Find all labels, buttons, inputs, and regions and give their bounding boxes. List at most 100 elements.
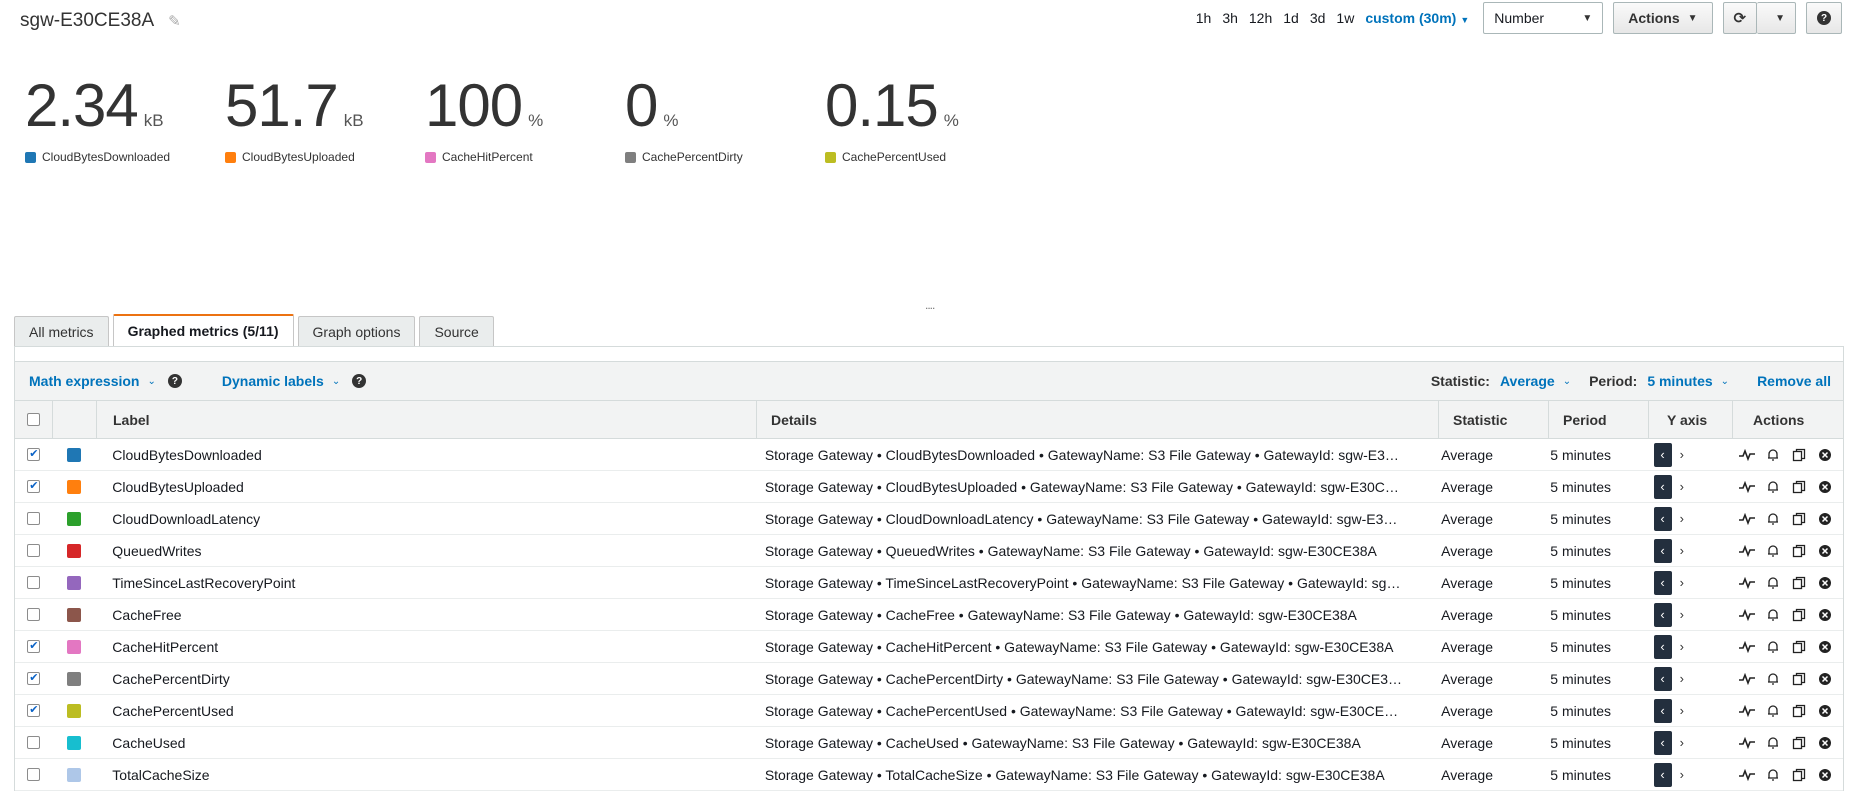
row-statistic[interactable]: Average xyxy=(1427,703,1536,719)
yaxis-left-icon[interactable]: ‹ xyxy=(1653,762,1672,787)
duplicate-icon[interactable] xyxy=(1791,480,1807,494)
create-alarm-icon[interactable] xyxy=(1765,448,1781,462)
duplicate-icon[interactable] xyxy=(1791,704,1807,718)
graph-type-icon[interactable] xyxy=(1739,480,1755,493)
graph-type-icon[interactable] xyxy=(1739,448,1755,461)
row-checkbox[interactable] xyxy=(27,736,41,749)
duplicate-icon[interactable] xyxy=(1791,768,1807,782)
create-alarm-icon[interactable] xyxy=(1765,544,1781,558)
duplicate-icon[interactable] xyxy=(1791,512,1807,526)
duplicate-icon[interactable] xyxy=(1791,576,1807,590)
edit-pencil-icon[interactable]: ✎ xyxy=(168,12,181,30)
range-12h[interactable]: 12h xyxy=(1249,10,1272,26)
duplicate-icon[interactable] xyxy=(1791,544,1807,558)
yaxis-right-icon[interactable]: › xyxy=(1680,511,1684,526)
color-swatch[interactable] xyxy=(67,703,82,718)
row-label[interactable]: CloudBytesUploaded xyxy=(96,479,751,495)
tab-source[interactable]: Source xyxy=(419,316,494,346)
range-3h[interactable]: 3h xyxy=(1222,10,1238,26)
row-label[interactable]: CacheFree xyxy=(96,607,751,623)
label-column-header[interactable]: Label xyxy=(97,401,757,438)
create-alarm-icon[interactable] xyxy=(1765,512,1781,526)
create-alarm-icon[interactable] xyxy=(1765,736,1781,750)
range-1d[interactable]: 1d xyxy=(1283,10,1299,26)
row-label[interactable]: CacheHitPercent xyxy=(96,639,751,655)
chevron-down-icon[interactable]: ⌄ xyxy=(147,376,155,387)
remove-metric-icon[interactable] xyxy=(1817,672,1833,686)
yaxis-left-icon[interactable]: ‹ xyxy=(1653,666,1672,691)
create-alarm-icon[interactable] xyxy=(1765,480,1781,494)
yaxis-left-icon[interactable]: ‹ xyxy=(1653,634,1672,659)
graph-type-icon[interactable] xyxy=(1739,704,1755,717)
math-expression-dropdown[interactable]: Math expression xyxy=(29,373,139,389)
row-checkbox[interactable]: ✔ xyxy=(27,480,41,493)
help-button[interactable]: ? xyxy=(1806,2,1842,34)
range-1w[interactable]: 1w xyxy=(1336,10,1354,26)
row-period[interactable]: 5 minutes xyxy=(1536,735,1635,751)
row-period[interactable]: 5 minutes xyxy=(1536,767,1635,783)
row-statistic[interactable]: Average xyxy=(1427,479,1536,495)
row-statistic[interactable]: Average xyxy=(1427,543,1536,559)
yaxis-left-icon[interactable]: ‹ xyxy=(1653,698,1672,723)
yaxis-right-icon[interactable]: › xyxy=(1680,703,1684,718)
row-statistic[interactable]: Average xyxy=(1427,447,1536,463)
row-label[interactable]: CacheUsed xyxy=(96,735,751,751)
yaxis-left-icon[interactable]: ‹ xyxy=(1653,570,1672,595)
row-period[interactable]: 5 minutes xyxy=(1536,607,1635,623)
row-label[interactable]: TimeSinceLastRecoveryPoint xyxy=(96,575,751,591)
color-swatch[interactable] xyxy=(67,543,82,558)
refresh-options-button[interactable]: ▼ xyxy=(1757,2,1796,34)
row-period[interactable]: 5 minutes xyxy=(1536,511,1635,527)
color-swatch[interactable] xyxy=(67,671,82,686)
duplicate-icon[interactable] xyxy=(1791,640,1807,654)
row-checkbox[interactable] xyxy=(27,768,41,781)
yaxis-right-icon[interactable]: › xyxy=(1680,607,1684,622)
format-select[interactable]: Number ▼ xyxy=(1483,2,1604,34)
color-swatch[interactable] xyxy=(67,447,82,462)
chevron-down-icon[interactable]: ⌄ xyxy=(1563,376,1571,387)
remove-all-link[interactable]: Remove all xyxy=(1757,373,1831,389)
tab-graphed-metrics[interactable]: Graphed metrics (5/11) xyxy=(112,314,294,346)
remove-metric-icon[interactable] xyxy=(1817,544,1833,558)
remove-metric-icon[interactable] xyxy=(1817,736,1833,750)
color-swatch[interactable] xyxy=(67,575,82,590)
color-swatch[interactable] xyxy=(67,607,82,622)
row-checkbox[interactable]: ✔ xyxy=(27,704,41,717)
graph-type-icon[interactable] xyxy=(1739,736,1755,749)
statistic-dropdown[interactable]: Average xyxy=(1500,373,1555,389)
yaxis-left-icon[interactable]: ‹ xyxy=(1653,730,1672,755)
remove-metric-icon[interactable] xyxy=(1817,768,1833,782)
remove-metric-icon[interactable] xyxy=(1817,608,1833,622)
graph-type-icon[interactable] xyxy=(1739,512,1755,525)
row-checkbox[interactable] xyxy=(27,544,41,557)
color-swatch[interactable] xyxy=(67,479,82,494)
duplicate-icon[interactable] xyxy=(1791,608,1807,622)
row-statistic[interactable]: Average xyxy=(1427,639,1536,655)
yaxis-left-icon[interactable]: ‹ xyxy=(1653,506,1672,531)
yaxis-right-icon[interactable]: › xyxy=(1680,479,1684,494)
row-statistic[interactable]: Average xyxy=(1427,735,1536,751)
yaxis-left-icon[interactable]: ‹ xyxy=(1653,602,1672,627)
range-1h[interactable]: 1h xyxy=(1196,10,1212,26)
yaxis-right-icon[interactable]: › xyxy=(1680,671,1684,686)
row-label[interactable]: CachePercentUsed xyxy=(96,703,751,719)
row-label[interactable]: QueuedWrites xyxy=(96,543,751,559)
help-icon[interactable]: ? xyxy=(167,374,182,388)
tab-all-metrics[interactable]: All metrics xyxy=(14,316,109,346)
refresh-button[interactable]: ⟳ xyxy=(1722,2,1758,34)
graph-type-icon[interactable] xyxy=(1739,608,1755,621)
help-icon[interactable]: ? xyxy=(352,374,367,388)
row-statistic[interactable]: Average xyxy=(1427,575,1536,591)
row-checkbox[interactable]: ✔ xyxy=(27,448,41,461)
row-period[interactable]: 5 minutes xyxy=(1536,703,1635,719)
remove-metric-icon[interactable] xyxy=(1817,512,1833,526)
yaxis-right-icon[interactable]: › xyxy=(1680,639,1684,654)
color-swatch[interactable] xyxy=(67,767,82,782)
period-dropdown[interactable]: 5 minutes xyxy=(1647,373,1712,389)
create-alarm-icon[interactable] xyxy=(1765,768,1781,782)
yaxis-right-icon[interactable]: › xyxy=(1680,735,1684,750)
row-period[interactable]: 5 minutes xyxy=(1536,575,1635,591)
chevron-down-icon[interactable]: ⌄ xyxy=(332,376,340,387)
row-statistic[interactable]: Average xyxy=(1427,767,1536,783)
color-swatch[interactable] xyxy=(67,735,82,750)
